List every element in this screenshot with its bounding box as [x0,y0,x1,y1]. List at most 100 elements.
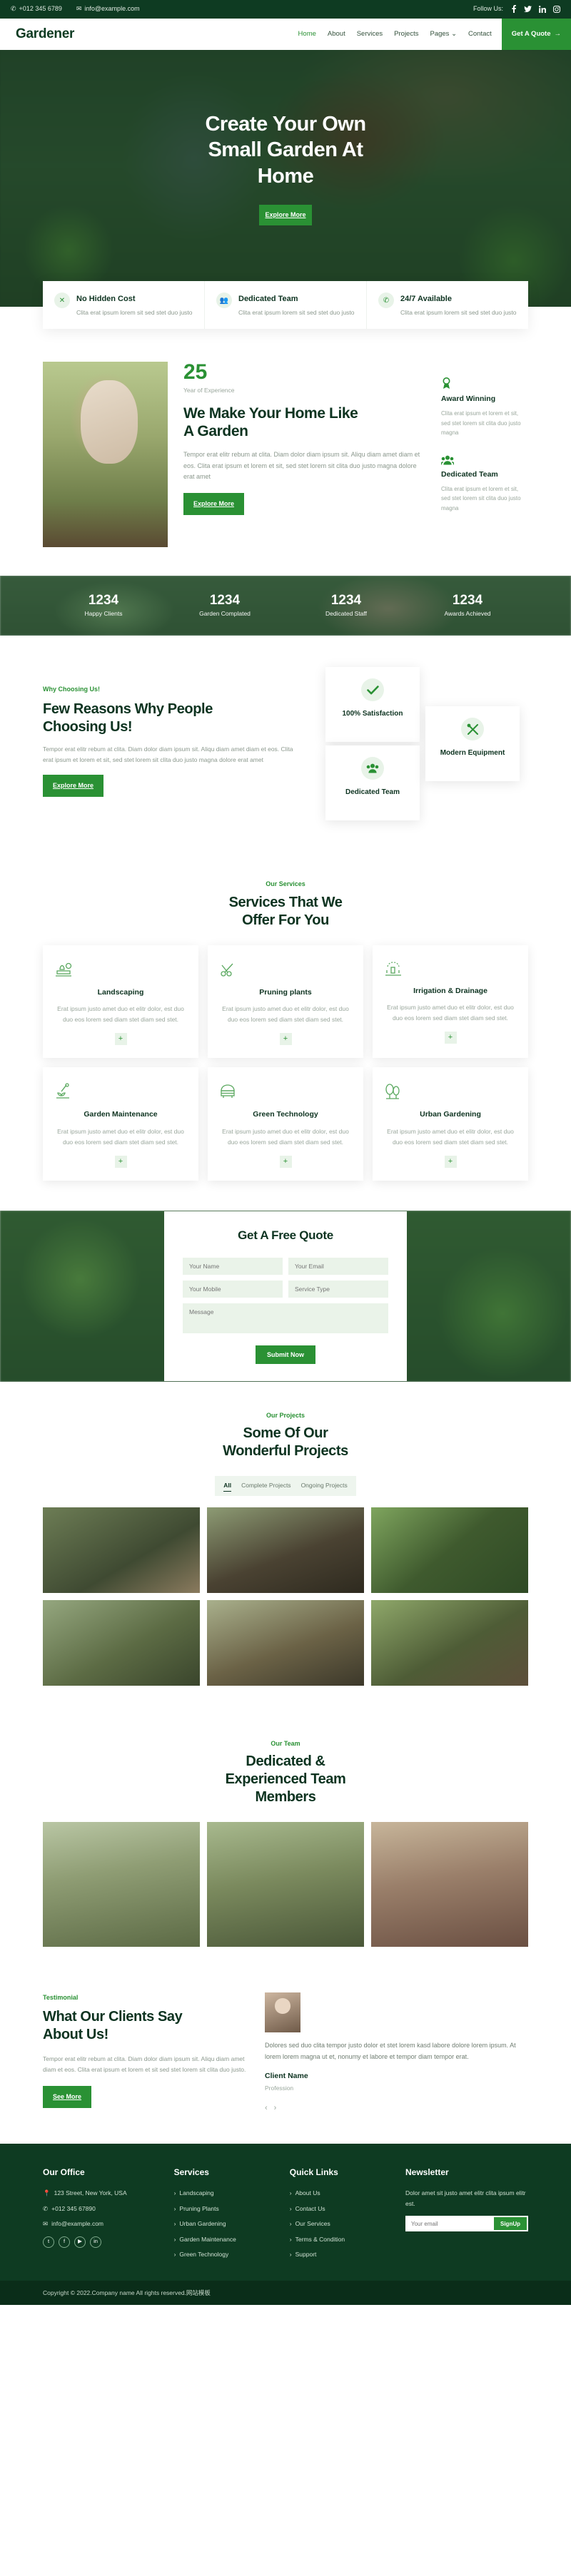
service-card[interactable]: Irrigation & Drainage Erat ipsum justo a… [373,945,528,1059]
plus-icon[interactable]: + [114,1155,127,1168]
footer-link[interactable]: › Terms & Condition [290,2234,391,2244]
linkedin-icon[interactable] [538,5,546,13]
urban-icon [384,1083,517,1100]
service-text: Erat ipsum justo amet duo et elitr dolor… [222,1128,349,1146]
name-input[interactable] [183,1257,283,1275]
why-card-title: Modern Equipment [440,749,505,758]
topbar-phone[interactable]: ✆ +012 345 6789 [11,4,62,14]
about-highlight-item: Dedicated Team Clita erat ipsum et lorem… [441,455,528,514]
project-item[interactable] [207,1599,364,1686]
highlight-title: Award Winning [441,394,496,404]
chevron-right-icon: › [173,2204,176,2212]
service-card[interactable]: Pruning plants Erat ipsum justo amet duo… [208,945,363,1059]
footer-link[interactable]: › Support [290,2249,391,2259]
testimonial-carousel-controls: ‹ › [265,2102,528,2115]
chevron-right-icon: › [173,2220,176,2228]
footer-phone[interactable]: ✆ +012 345 67890 [43,2204,160,2214]
project-item[interactable] [371,1599,528,1686]
why-card-dedicated-team[interactable]: Dedicated Team [325,745,420,821]
fact-number: 1234 [330,592,362,608]
filter-ongoing-projects[interactable]: Ongoing Projects [301,1480,348,1491]
footer-quick-links-column: Quick Links › About Us › Contact Us › Our S… [290,2165,391,2265]
submit-now-button[interactable]: Submit Now [256,1345,315,1364]
facts-counter-section: 1234 Happy Clients 1234 Garden Complated 1… [0,576,571,636]
footer-link[interactable]: › Urban Gardening [174,2219,276,2229]
quote-section: Get A Free Quote Submit Now [0,1210,571,1382]
chevron-left-icon[interactable]: ‹ [265,2102,268,2115]
footer-link[interactable]: › Contact Us [290,2204,391,2214]
client-profession: Profession [265,2084,294,2092]
filter-all[interactable]: All [223,1480,232,1492]
service-type-input[interactable] [288,1280,388,1298]
fact-number: 1234 [452,592,483,608]
youtube-icon[interactable]: ▶ [74,2236,86,2248]
team-member[interactable] [43,1821,200,1947]
why-heading: Few Reasons Why People Choosing Us! [43,701,213,735]
get-a-quote-button[interactable]: Get A Quote → [501,19,571,50]
testimonial-see-more-button[interactable]: See More [43,2085,92,2108]
twitter-icon[interactable] [524,5,532,13]
filter-complete-projects[interactable]: Complete Projects [241,1480,290,1491]
footer-link[interactable]: › Pruning Plants [174,2204,276,2214]
plus-icon[interactable]: + [444,1155,457,1168]
plus-icon[interactable]: + [114,1033,127,1046]
service-card[interactable]: Garden Maintenance Erat ipsum justo amet… [43,1067,198,1181]
nav-item-pages[interactable]: Pages ⌄ [430,29,457,40]
instagram-icon[interactable] [552,5,560,13]
nav-item-services[interactable]: Services [357,29,383,40]
nav-item-home[interactable]: Home [298,29,316,40]
greenhouse-icon [219,1083,352,1100]
brand-logo[interactable]: Gardener [16,23,74,46]
client-name: Client Name [265,2072,308,2081]
nav-item-contact[interactable]: Contact [468,29,492,40]
facebook-icon[interactable] [510,5,517,14]
project-item[interactable] [207,1507,364,1593]
team-member[interactable] [371,1821,528,1947]
service-card[interactable]: Landscaping Erat ipsum justo amet duo et… [43,945,198,1059]
service-card[interactable]: Urban Gardening Erat ipsum justo amet du… [373,1067,528,1181]
hero-explore-more-button[interactable]: Explore More [259,204,312,226]
footer-socials: t f ▶ in [43,2236,160,2248]
mobile-input[interactable] [183,1280,283,1298]
landscaping-icon [54,961,187,978]
feature-cards: ✕ No Hidden Cost Clita erat ipsum lorem … [43,281,528,330]
newsletter-signup-button[interactable]: SignUp [494,2217,527,2231]
feature-card: ✕ No Hidden Cost Clita erat ipsum lorem … [43,281,205,330]
nav-item-projects[interactable]: Projects [394,29,418,40]
project-item[interactable] [43,1507,200,1593]
highlight-text: Clita erat ipsum et lorem et sit, sed st… [441,410,521,437]
plus-icon[interactable]: + [444,1032,457,1044]
twitter-icon[interactable]: t [43,2236,54,2248]
service-title: Irrigation & Drainage [413,986,487,995]
project-item[interactable] [43,1599,200,1686]
project-filters: All Complete Projects Ongoing Projects [43,1476,528,1496]
project-item[interactable] [371,1507,528,1593]
footer-link[interactable]: › Garden Maintenance [174,2234,276,2244]
topbar-email[interactable]: ✉ info@example.com [76,4,140,14]
linkedin-icon[interactable]: in [90,2236,101,2248]
message-textarea[interactable] [183,1303,388,1333]
facebook-icon[interactable]: f [59,2236,70,2248]
nav-item-about[interactable]: About [328,29,345,40]
why-explore-more-button[interactable]: Explore More [43,775,104,798]
footer-link[interactable]: › Our Services [290,2219,391,2229]
team-icon: 👥 [216,292,232,308]
footer-newsletter-text: Dolor amet sit justo amet elitr clita ip… [405,2189,526,2207]
service-card[interactable]: Green Technology Erat ipsum justo amet d… [208,1067,363,1181]
footer-link[interactable]: › About Us [290,2188,391,2198]
why-card-modern-equipment[interactable]: Modern Equipment [425,706,520,782]
chevron-right-icon[interactable]: › [274,2102,277,2115]
service-title: Green Technology [253,1110,318,1119]
newsletter-email-input[interactable] [407,2217,494,2231]
projects-heading: Some Of Our Wonderful Projects [223,1425,348,1460]
footer-link[interactable]: › Landscaping [174,2188,276,2198]
footer-newsletter-column: Newsletter Dolor amet sit justo amet eli… [405,2165,528,2265]
about-explore-more-button[interactable]: Explore More [183,493,245,516]
why-card-satisfaction[interactable]: 100% Satisfaction [325,667,420,743]
email-input[interactable] [288,1257,388,1275]
plus-icon[interactable]: + [279,1033,292,1046]
plus-icon[interactable]: + [279,1155,292,1168]
footer-link[interactable]: › Green Technology [174,2249,276,2259]
team-member[interactable] [207,1821,364,1947]
footer-email[interactable]: ✉ info@example.com [43,2219,160,2229]
